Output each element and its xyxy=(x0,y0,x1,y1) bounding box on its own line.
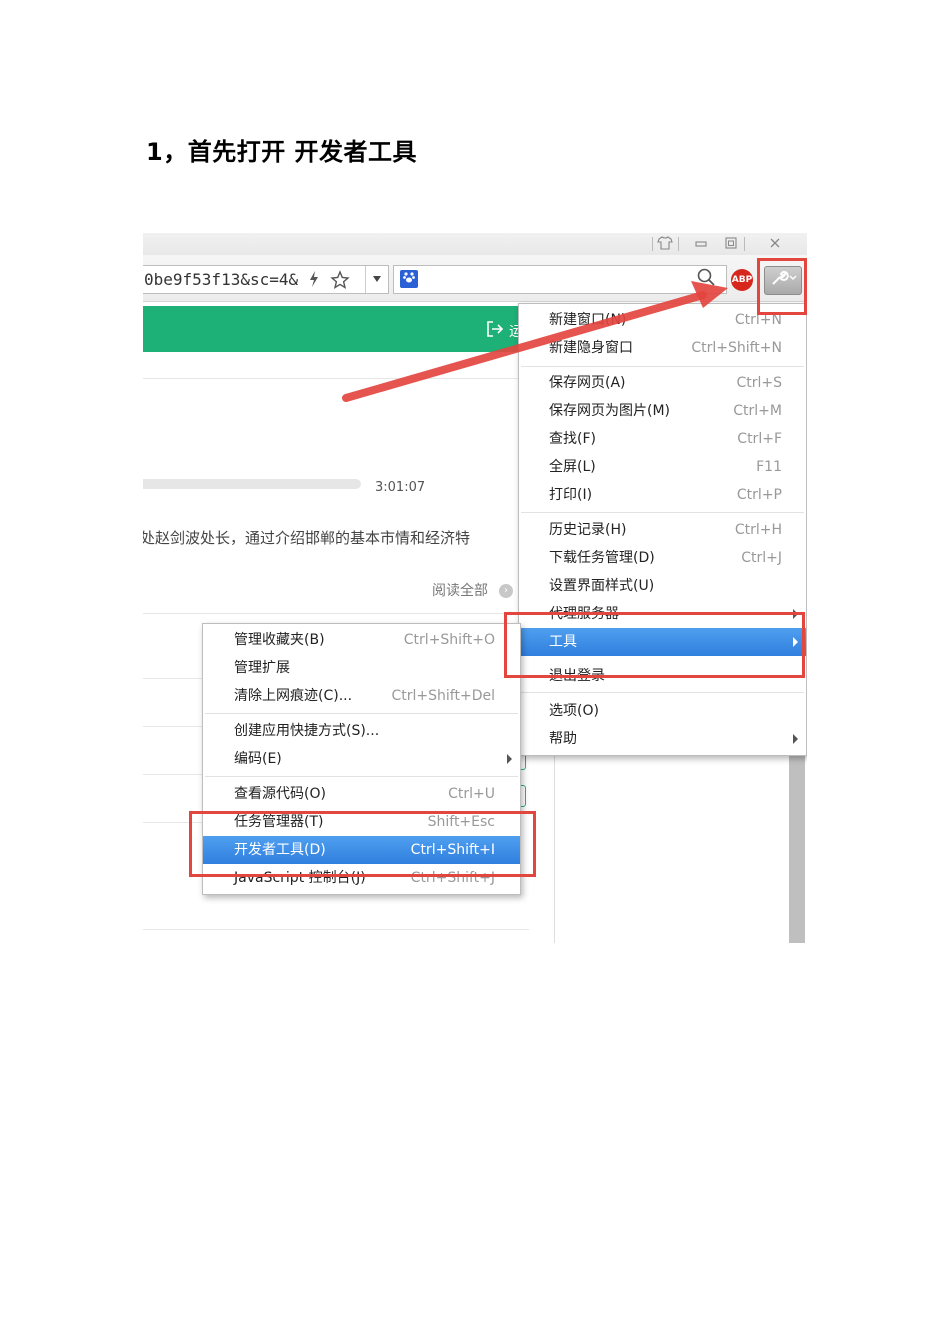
browser-screenshot: 0be9f53f13&sc=4& ABP 运 3:01:07 处赵剑波处长，通过… xyxy=(143,233,807,943)
highlight-box-tools xyxy=(504,612,805,678)
document-heading: 1，首先打开 开发者工具 xyxy=(146,138,418,166)
highlight-box-developer-tools xyxy=(189,811,536,877)
highlight-box-wrench xyxy=(757,258,807,315)
